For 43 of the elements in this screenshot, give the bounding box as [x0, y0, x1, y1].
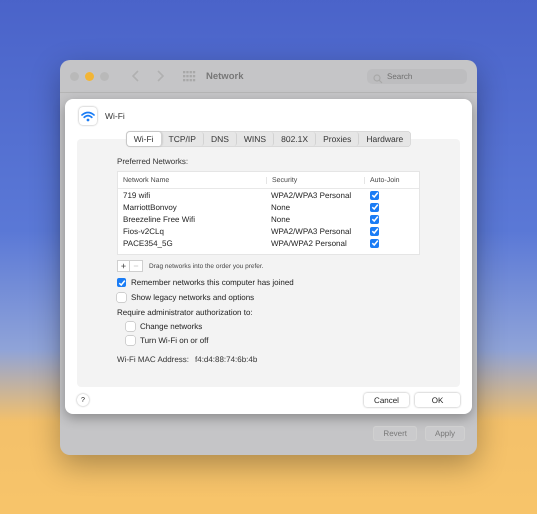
tab[interactable]: WINS [236, 132, 274, 146]
tab[interactable]: TCP/IP [162, 132, 204, 146]
table-cell-text: WPA/WPA2 Personal [270, 238, 348, 248]
table-cell-text: WPA2/WPA3 Personal [270, 226, 352, 236]
auto-join-checkbox[interactable] [370, 226, 379, 236]
wifi-icon [79, 107, 97, 125]
grid-icon[interactable] [183, 70, 196, 82]
table-cell-text: WPA2/WPA3 Personal [270, 190, 352, 200]
tab[interactable]: Proxies [316, 132, 360, 146]
mac-address-value: f4:d4:88:74:6b:4b [195, 355, 258, 364]
checkbox[interactable] [117, 278, 126, 287]
auto-join-checkbox[interactable] [370, 214, 379, 224]
auto-join-checkbox[interactable] [370, 190, 379, 200]
checkbox[interactable] [117, 293, 126, 302]
checkbox-label: Change networks [140, 322, 202, 331]
table-cell-text: MarriottBonvoy [122, 202, 178, 212]
dialog-button[interactable]: OK [415, 393, 460, 407]
tab[interactable]: Wi-Fi [126, 132, 162, 146]
dialog-button[interactable]: Cancel [364, 393, 409, 407]
tab[interactable]: Hardware [359, 132, 410, 146]
window-title: Network [206, 70, 244, 82]
tab[interactable]: 802.1X [274, 132, 316, 146]
table-cell-text: PACE354_5G [122, 238, 174, 248]
auto-join-checkbox[interactable] [370, 202, 379, 212]
checkbox-label: Remember networks this computer has joined [131, 278, 294, 287]
table-cell-text: Breezeline Free Wifi [122, 214, 196, 224]
table-cell-text: None [270, 214, 292, 224]
admin-label: Require administrator authorization to: [117, 308, 254, 317]
preferred-networks-label: Preferred Networks: [117, 157, 190, 166]
table-cell-text: 719 wifi [122, 190, 152, 200]
add-button[interactable]: + [117, 260, 130, 272]
auto-join-checkbox[interactable] [370, 238, 379, 248]
mac-address-label: Wi-Fi MAC Address: [117, 355, 190, 364]
checkbox-label: Turn Wi-Fi on or off [140, 336, 208, 345]
tab[interactable]: DNS [204, 132, 237, 146]
table-cell-text: Fios-v2CLq [122, 226, 165, 236]
checkbox[interactable] [126, 322, 135, 331]
table-cell-text: None [270, 202, 292, 212]
search-field[interactable]: Search [367, 68, 467, 84]
checkbox[interactable] [126, 336, 135, 345]
minimize-button[interactable] [85, 72, 94, 80]
sheet-title: Wi-Fi [105, 111, 125, 121]
checkbox-label: Show legacy networks and options [131, 293, 254, 302]
